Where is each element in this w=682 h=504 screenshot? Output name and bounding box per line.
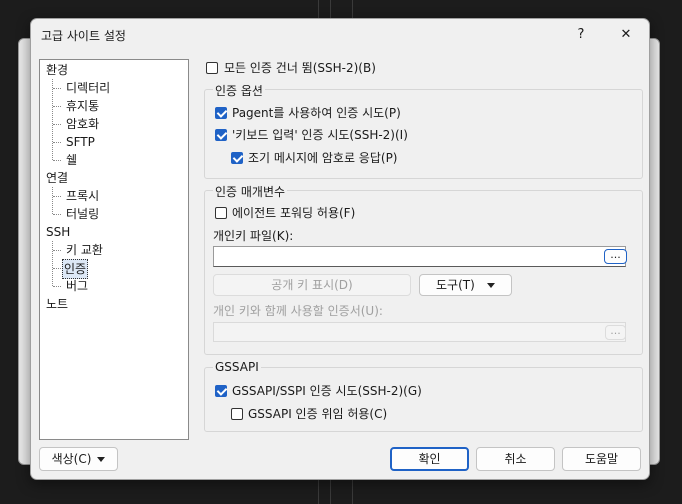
tree-item-bugs[interactable]: 버그 (64, 277, 90, 295)
certificate-input[interactable] (213, 322, 626, 342)
chevron-down-icon (486, 283, 495, 288)
private-key-browse-button[interactable]: ... (604, 249, 627, 264)
tree-item-connection[interactable]: 연결 (44, 169, 70, 187)
keyboard-interactive-label: '키보드 입력' 인증 시도(SSH-2)(I) (232, 128, 408, 142)
skip-auth-label: 모든 인증 건너 뜀(SSH-2)(B) (224, 61, 376, 75)
agent-forwarding-label: 에이전트 포워딩 허용(F) (232, 206, 356, 220)
settings-tree[interactable]: 환경 디렉터리 휴지통 암호화 SFTP 쉘 연결 프록시 터널링 SSH 키 … (39, 59, 189, 440)
tree-item-proxy[interactable]: 프록시 (64, 187, 101, 205)
tools-dropdown[interactable]: 도구(T) (419, 274, 512, 296)
auth-params-title: 인증 매개변수 (213, 183, 288, 200)
tree-item-encryption[interactable]: 암호화 (64, 115, 101, 133)
tree-item-directory[interactable]: 디렉터리 (64, 79, 112, 97)
private-key-input[interactable] (213, 246, 626, 267)
certificate-browse-button[interactable]: ... (605, 325, 626, 340)
tree-item-ssh[interactable]: SSH (44, 223, 72, 241)
dialog-title: 고급 사이트 설정 (41, 29, 126, 43)
gssapi-delegation-label: GSSAPI 인증 위임 허용(C) (248, 407, 388, 421)
pageant-label: Pagent를 사용하여 인증 시도(P) (232, 106, 401, 120)
gssapi-delegation-checkbox[interactable] (231, 408, 243, 420)
color-label: 색상(C) (51, 452, 92, 466)
tree-item-environment[interactable]: 환경 (44, 61, 70, 79)
color-dropdown[interactable]: 색상(C) (39, 447, 118, 471)
tools-label: 도구(T) (436, 278, 475, 292)
title-bar: 고급 사이트 설정 ? ✕ (31, 19, 649, 51)
gssapi-sspi-checkbox[interactable] (215, 385, 227, 397)
tree-line (52, 79, 53, 160)
cancel-button[interactable]: 취소 (476, 447, 555, 471)
tree-line (52, 241, 53, 286)
tree-item-recycle-bin[interactable]: 휴지통 (64, 97, 101, 115)
close-icon[interactable]: ✕ (612, 25, 640, 45)
agent-forwarding-checkbox[interactable] (215, 207, 227, 219)
tree-item-authentication[interactable]: 인증 (62, 259, 89, 279)
private-key-label: 개인키 파일(K): (213, 229, 294, 243)
advanced-site-settings-dialog: 고급 사이트 설정 ? ✕ 환경 디렉터리 휴지통 암호화 SFTP 쉘 연결 … (30, 18, 650, 480)
chevron-down-icon (97, 457, 106, 462)
ok-button[interactable]: 확인 (390, 447, 469, 471)
auth-options-title: 인증 옵션 (213, 82, 265, 99)
certificate-label: 개인 키와 함께 사용할 인증서(U): (213, 304, 383, 318)
gssapi-title: GSSAPI (213, 360, 261, 374)
show-public-key-button[interactable]: 공개 키 표시(D) (213, 274, 411, 296)
tree-item-note[interactable]: 노트 (44, 295, 70, 313)
help-icon[interactable]: ? (567, 25, 595, 45)
tree-item-key-exchange[interactable]: 키 교환 (64, 241, 105, 259)
skip-auth-checkbox[interactable] (206, 62, 218, 74)
passcode-label: 조기 메시지에 암호로 응답(P) (248, 151, 398, 165)
tree-item-sftp[interactable]: SFTP (64, 133, 97, 151)
tree-item-tunneling[interactable]: 터널링 (64, 205, 101, 223)
passcode-checkbox[interactable] (231, 152, 243, 164)
gssapi-sspi-label: GSSAPI/SSPI 인증 시도(SSH-2)(G) (232, 384, 422, 398)
tree-line (52, 187, 53, 214)
keyboard-interactive-checkbox[interactable] (215, 129, 227, 141)
help-button[interactable]: 도움말 (562, 447, 641, 471)
gssapi-group (204, 367, 643, 432)
pageant-checkbox[interactable] (215, 107, 227, 119)
tree-item-shell[interactable]: 쉘 (64, 151, 79, 169)
